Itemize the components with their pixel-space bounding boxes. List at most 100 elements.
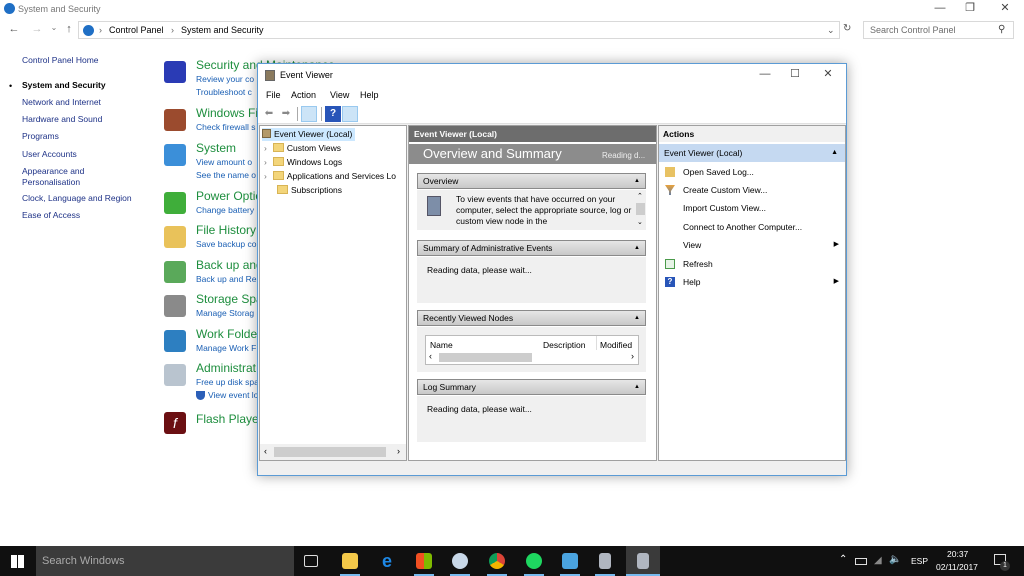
task-view-icon[interactable]	[304, 555, 318, 567]
column-header-modified[interactable]: Modified	[600, 340, 632, 350]
windows-start-icon[interactable]	[11, 555, 24, 568]
ev-maximize-button[interactable]: ☐	[780, 66, 810, 84]
chrome-icon[interactable]	[489, 553, 505, 569]
nav-programs[interactable]: Programs	[22, 131, 59, 141]
category-title[interactable]: Windows Fi	[196, 106, 258, 120]
breadcrumb-system-and-security[interactable]: System and Security	[181, 25, 264, 35]
tree-node-subscriptions[interactable]: Subscriptions	[277, 184, 342, 197]
tree-node-windows-logs[interactable]: › Windows Logs	[264, 156, 342, 169]
minimize-button[interactable]: —	[925, 0, 955, 18]
event-viewer-taskbar-icon-active[interactable]	[637, 553, 649, 569]
category-link[interactable]: Troubleshoot c	[196, 87, 252, 97]
category-link[interactable]: Change battery	[196, 205, 254, 215]
show-hide-action-pane-icon[interactable]	[342, 106, 358, 122]
nav-network-and-internet[interactable]: Network and Internet	[22, 97, 101, 107]
tree-horizontal-scrollbar[interactable]: ‹ ›	[260, 444, 406, 460]
scroll-right-icon[interactable]: ›	[631, 351, 634, 361]
collapse-icon[interactable]: ▲	[634, 241, 640, 255]
spotify-icon[interactable]	[526, 553, 542, 569]
category-title[interactable]: Administrat	[196, 361, 256, 375]
column-header-name[interactable]: Name	[430, 340, 453, 350]
expand-chevron-icon[interactable]: ›	[264, 157, 267, 167]
action-import-custom-view[interactable]: Import Custom View...	[659, 199, 845, 217]
tree-node-custom-views[interactable]: › Custom Views	[264, 142, 341, 155]
clock-date[interactable]: 02/11/2017	[936, 562, 978, 572]
search-control-panel-input[interactable]: Search Control Panel ⚲	[863, 21, 1014, 39]
nav-clock-language-region[interactable]: Clock, Language and Region	[22, 193, 132, 203]
category-link[interactable]: Review your co	[196, 74, 254, 84]
help-icon[interactable]: ?	[325, 106, 341, 122]
summary-admin-events-header[interactable]: Summary of Administrative Events ▲	[417, 240, 646, 256]
log-summary-header[interactable]: Log Summary ▲	[417, 379, 646, 395]
scroll-left-icon[interactable]: ‹	[264, 446, 267, 456]
taskbar-search-box[interactable]: Search Windows	[36, 546, 294, 576]
category-title[interactable]: Flash Player	[196, 412, 263, 426]
category-title[interactable]: System	[196, 141, 236, 155]
menu-action[interactable]: Action	[291, 90, 316, 100]
category-title[interactable]: Back up and	[196, 258, 263, 272]
forward-button[interactable]: →	[30, 23, 44, 35]
clock-time[interactable]: 20:37	[947, 549, 968, 559]
nav-appearance-and-personalisation-line2[interactable]: Personalisation	[22, 177, 80, 187]
edge-icon[interactable]: e	[379, 552, 395, 570]
store-icon[interactable]	[416, 553, 432, 569]
paint-icon[interactable]	[452, 553, 468, 569]
restore-button[interactable]: ❐	[955, 0, 985, 18]
up-button[interactable]: ↑	[62, 23, 76, 35]
collapse-icon[interactable]: ▲	[634, 311, 640, 325]
collapse-icon[interactable]: ▲	[634, 380, 640, 394]
action-create-custom-view[interactable]: Create Custom View...	[659, 181, 845, 199]
category-link[interactable]: Back up and Re	[196, 274, 256, 284]
collapse-icon[interactable]: ▲	[634, 174, 640, 188]
show-hidden-icons-chevron[interactable]: ⌃	[839, 554, 847, 565]
category-link[interactable]: Manage Work F	[196, 343, 256, 353]
vertical-scrollbar-thumb[interactable]	[636, 203, 645, 215]
power-icon[interactable]	[855, 558, 867, 565]
nav-hardware-and-sound[interactable]: Hardware and Sound	[22, 114, 102, 124]
control-panel-taskbar-icon[interactable]	[562, 553, 578, 569]
scroll-up-icon[interactable]: ⌃	[637, 192, 643, 200]
scrollbar-thumb[interactable]	[274, 447, 386, 457]
tree-node-event-viewer-local[interactable]: Event Viewer (Local)	[262, 128, 356, 141]
volume-icon[interactable]: 🔈	[889, 554, 901, 565]
scroll-right-icon[interactable]: ›	[397, 446, 400, 456]
collapse-icon[interactable]: ▲	[831, 144, 838, 162]
overview-section-header[interactable]: Overview ▲	[417, 173, 646, 189]
recent-locations-button[interactable]: ⌄	[47, 23, 61, 32]
category-link[interactable]: Save backup co	[196, 239, 256, 249]
nav-ease-of-access[interactable]: Ease of Access	[22, 210, 80, 220]
action-connect-another-computer[interactable]: Connect to Another Computer...	[659, 218, 845, 236]
nav-control-panel-home[interactable]: Control Panel Home	[22, 55, 99, 65]
address-dropdown-icon[interactable]: ⌄	[827, 25, 835, 36]
close-button[interactable]: ✕	[990, 0, 1020, 18]
forward-arrow-icon[interactable]: ➡	[278, 106, 294, 122]
ev-minimize-button[interactable]: —	[750, 66, 780, 84]
category-title[interactable]: Work Folde	[196, 327, 257, 341]
expand-chevron-icon[interactable]: ›	[264, 171, 267, 181]
breadcrumb-control-panel[interactable]: Control Panel	[109, 25, 164, 35]
nav-user-accounts[interactable]: User Accounts	[22, 149, 77, 159]
scroll-left-icon[interactable]: ‹	[429, 351, 432, 361]
recently-viewed-nodes-header[interactable]: Recently Viewed Nodes ▲	[417, 310, 646, 326]
action-help[interactable]: ? Help ▶	[659, 273, 845, 291]
nav-system-and-security[interactable]: System and Security	[22, 80, 106, 90]
action-open-saved-log[interactable]: Open Saved Log...	[659, 163, 845, 181]
scrollbar-thumb[interactable]	[439, 353, 532, 362]
ev-close-button[interactable]: ✕	[813, 66, 843, 84]
category-title[interactable]: File History	[196, 223, 256, 237]
category-link[interactable]: View amount o	[196, 157, 252, 167]
nav-appearance-and-personalisation[interactable]: Appearance and	[22, 166, 84, 176]
menu-file[interactable]: File	[266, 90, 281, 100]
show-hide-console-tree-icon[interactable]	[301, 106, 317, 122]
address-bar[interactable]: › Control Panel › System and Security ⌄	[78, 21, 840, 39]
menu-help[interactable]: Help	[360, 90, 379, 100]
network-icon[interactable]: ◢	[874, 555, 882, 566]
category-title[interactable]: Storage Spa	[196, 292, 263, 306]
event-viewer-taskbar-icon[interactable]	[599, 553, 611, 569]
category-link[interactable]: Free up disk spa	[196, 377, 259, 387]
refresh-address-button[interactable]: ↻	[843, 23, 851, 34]
category-link[interactable]: View event lo	[208, 390, 258, 400]
menu-view[interactable]: View	[330, 90, 349, 100]
category-link[interactable]: See the name o	[196, 170, 256, 180]
action-refresh[interactable]: Refresh	[659, 255, 845, 273]
